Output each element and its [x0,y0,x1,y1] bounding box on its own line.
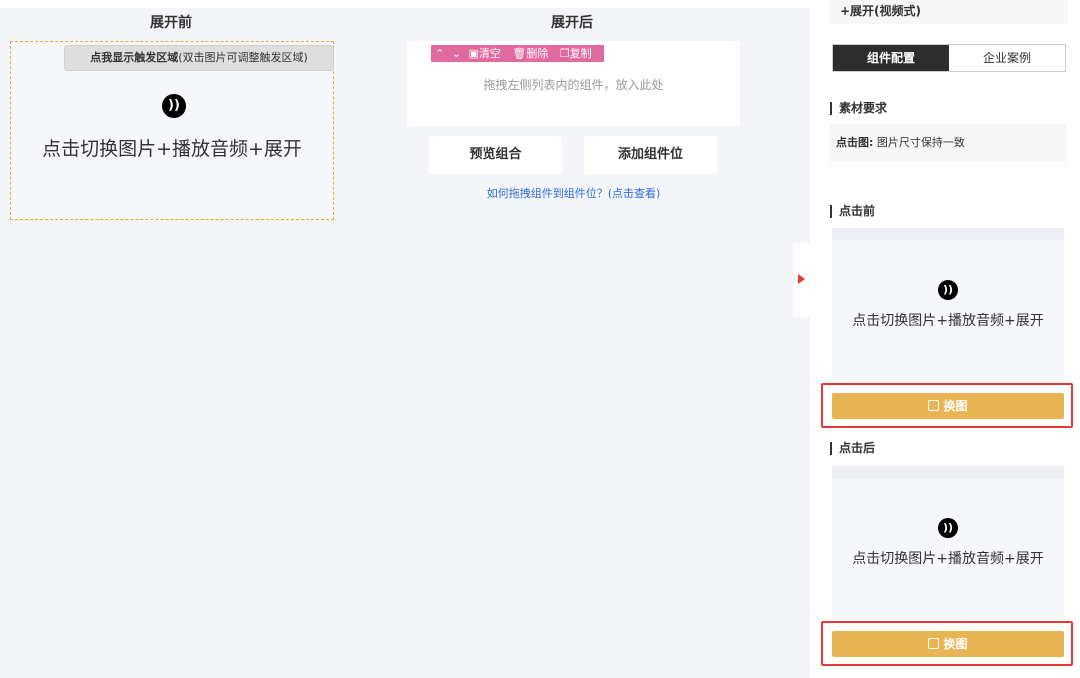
drop-hint: 拖拽左侧列表内的组件，放入此处 [483,78,664,92]
chevron-down-icon[interactable]: ⌄ [452,47,461,60]
tab-enterprise-cases[interactable]: 企业案例 [949,45,1065,71]
drag-help-link[interactable]: 如何拖拽组件到组件位？(点击查看) [407,185,740,201]
after-click-title: 点击后 [830,442,875,455]
tab-component-config[interactable]: 组件配置 [833,45,949,71]
trigger-button-hint: (双击图片可调整触发区域) [178,51,308,64]
audio-icon: )) [938,280,958,300]
swap-image-button-after[interactable]: 换图 [832,631,1064,657]
material-requirement: 点击图: 图片尺寸保持一致 [830,124,1066,162]
swap-label: 换图 [943,637,968,651]
requirement-label: 点击图: [836,136,874,149]
chevron-up-icon[interactable]: ⌃ [435,47,444,60]
audio-icon: )) [162,94,186,118]
copy-label: 复制 [569,47,592,60]
panel-tabs: 组件配置 企业案例 [832,44,1066,72]
component-toolbar: ⌃ ⌄ ▣清空 🗑删除 ❐复制 [431,45,604,62]
clear-button[interactable]: ▣清空 [468,47,504,60]
delete-button[interactable]: 🗑删除 [512,47,552,60]
before-click-preview[interactable]: )) 点击切换图片+播放音频+展开 [832,228,1064,382]
swap-label: 换图 [943,399,968,413]
before-preview-text: 点击切换图片+播放音频+展开 [852,313,1044,329]
expand-arrow-icon [798,274,805,284]
image-swap-icon [928,400,940,411]
image-swap-icon [928,638,940,649]
show-trigger-area-button[interactable]: 点我显示触发区域(双击图片可调整触发区域) [64,45,334,71]
copy-button[interactable]: ❐复制 [560,47,596,60]
after-click-preview[interactable]: )) 点击切换图片+播放音频+展开 [832,466,1064,620]
after-preview-text: 点击切换图片+播放音频+展开 [852,551,1044,567]
audio-icon: )) [938,518,958,538]
material-requirements-title: 素材要求 [830,102,887,115]
before-expand-title: 展开前 [150,15,192,31]
after-expand-title: 展开后 [551,15,593,31]
requirement-text: 图片尺寸保持一致 [876,136,965,149]
add-slot-button[interactable]: 添加组件位 [584,136,717,174]
delete-label: 删除 [526,47,549,60]
preview-combination-button[interactable]: 预览组合 [429,136,562,174]
panel-toggle[interactable] [793,243,811,317]
clear-label: 清空 [478,47,501,60]
before-component-text: 点击切换图片+播放音频+展开 [42,138,302,160]
before-click-title: 点击前 [830,205,875,218]
trigger-button-bold: 点我显示触发区域 [90,51,179,64]
swap-image-button-before[interactable]: 换图 [832,393,1064,419]
panel-header: +展开(视频式) [830,0,1068,24]
